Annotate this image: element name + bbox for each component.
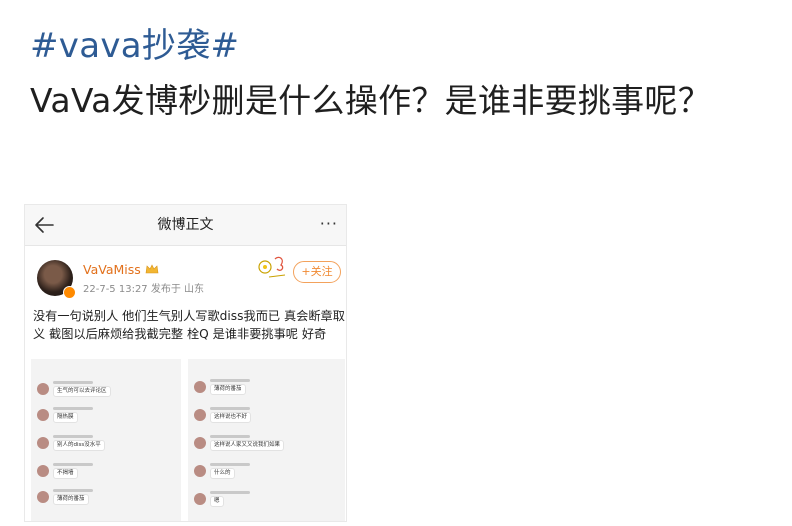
chat-bubble: 嗯 [210, 496, 224, 507]
chat-message: 这样说也不好 [194, 407, 334, 429]
chat-nickname [210, 407, 250, 410]
chat-nickname [210, 435, 250, 438]
chat-nickname [53, 435, 93, 438]
chat-avatar [37, 437, 49, 449]
embedded-screenshot[interactable]: 微博正文 ··· VaVaMiss 22-7-5 13:27 发布于 山东 +关… [24, 204, 347, 522]
chat-nickname [53, 489, 93, 492]
chat-message: 薄荷的番茄 [194, 379, 334, 401]
hashtag-topic-link[interactable]: #vava抄袭# [30, 26, 239, 66]
chat-message: 别人的diss没水平 [37, 435, 177, 457]
screenshot-post-body: 没有一句说别人 他们生气别人写歌diss我而已 真会断章取义 截图以后麻烦给我截… [33, 309, 345, 341]
chat-message: 隔热膜 [37, 407, 177, 429]
chat-screenshot-left: 生气的可以去评论区 隔热膜 别人的diss没水平 不揭墙 薄荷的番茄 [31, 359, 181, 521]
chat-bubble: 薄荷的番茄 [53, 494, 89, 505]
more-icon: ··· [319, 214, 338, 233]
flower-sticker-icon [258, 256, 286, 278]
chat-bubble: 不揭墙 [53, 468, 78, 479]
chat-bubble: 隔热膜 [53, 412, 78, 423]
chat-avatar [37, 491, 49, 503]
chat-message: 薄荷的番茄 [37, 489, 177, 511]
chat-avatar [194, 465, 206, 477]
chat-avatar [37, 383, 49, 395]
follow-button: +关注 [293, 261, 341, 283]
chat-avatar [194, 493, 206, 505]
chat-avatar [194, 409, 206, 421]
chat-nickname [210, 379, 250, 382]
verified-badge-icon [63, 286, 76, 299]
chat-bubble: 生气的可以去评论区 [53, 386, 111, 397]
chat-message: 什么的 [194, 463, 334, 485]
crown-icon [145, 264, 159, 274]
chat-bubble: 别人的diss没水平 [53, 440, 105, 451]
chat-nickname [210, 491, 250, 494]
screenshot-post-meta: 22-7-5 13:27 发布于 山东 [83, 284, 205, 295]
screenshot-top-bar: 微博正文 ··· [25, 205, 346, 246]
chat-nickname [53, 463, 93, 466]
chat-bubble: 这样说人家又又说我们如果 [210, 440, 285, 451]
chat-message: 这样说人家又又说我们如果 [194, 435, 334, 457]
chat-nickname [210, 463, 250, 466]
chat-message: 不揭墙 [37, 463, 177, 485]
chat-avatar [37, 409, 49, 421]
chat-bubble: 薄荷的番茄 [210, 384, 246, 395]
screenshot-user-name: VaVaMiss [83, 262, 141, 277]
chat-message: 生气的可以去评论区 [37, 381, 177, 403]
chat-screenshot-right: 薄荷的番茄 这样说也不好 这样说人家又又说我们如果 什么的 嗯 [188, 359, 345, 521]
post-text: VaVa发博秒删是什么操作？是谁非要挑事呢？ [30, 81, 712, 120]
chat-bubble: 这样说也不好 [210, 412, 252, 423]
chat-avatar [194, 381, 206, 393]
screenshot-page-title: 微博正文 [157, 217, 214, 233]
chat-nickname [53, 407, 93, 410]
chat-avatar [37, 465, 49, 477]
chat-message: 嗯 [194, 491, 334, 513]
chat-avatar [194, 437, 206, 449]
chat-nickname [53, 381, 93, 384]
chat-bubble: 什么的 [210, 468, 235, 479]
